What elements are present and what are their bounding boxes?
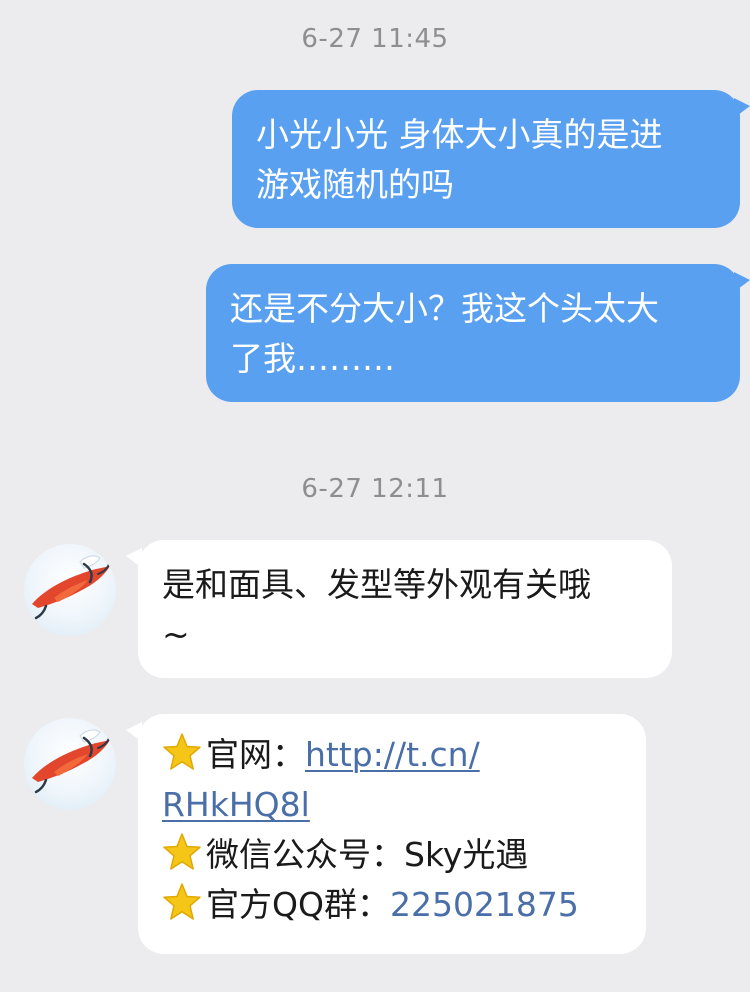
star-emoji-icon <box>162 832 202 872</box>
website-label: 官网： <box>206 735 305 774</box>
message-text: 是和面具、发型等外观有关哦 <box>162 565 591 604</box>
star-emoji-icon <box>162 882 202 922</box>
star-emoji-icon <box>162 732 202 772</box>
qq-group-label: 官方QQ群： <box>206 885 390 924</box>
qq-group-number[interactable]: 225021875 <box>390 885 579 924</box>
website-link[interactable]: RHkHQ8l <box>162 785 310 824</box>
qq-group-row: 官方QQ群：225021875 <box>162 880 622 930</box>
sky-game-avatar-icon[interactable] <box>24 544 116 636</box>
message-text: 游戏随机的吗 <box>256 165 454 204</box>
outgoing-message-bubble[interactable]: 还是不分大小？我这个头太大 了我……… <box>206 264 750 402</box>
website-row: 官网：http://t.cn/ <box>162 730 622 780</box>
website-link[interactable]: http://t.cn/ <box>305 735 480 774</box>
message-text: 了我……… <box>230 339 395 378</box>
message-timestamp: 6-27 11:45 <box>301 24 449 54</box>
wechat-label: 微信公众号： <box>206 835 404 874</box>
incoming-message-bubble[interactable]: 是和面具、发型等外观有关哦 ~ <box>126 540 672 678</box>
wechat-row: 微信公众号：Sky光遇 <box>162 830 622 880</box>
outgoing-message-bubble[interactable]: 小光小光 身体大小真的是进 游戏随机的吗 <box>232 90 750 228</box>
wechat-value: Sky光遇 <box>404 835 529 874</box>
message-text: ~ <box>162 615 190 654</box>
message-text: 还是不分大小？我这个头太大 <box>230 289 659 328</box>
sky-game-avatar-icon[interactable] <box>24 718 116 810</box>
message-timestamp: 6-27 12:11 <box>301 474 449 504</box>
message-text: 小光小光 身体大小真的是进 <box>256 115 663 154</box>
website-row-continued: RHkHQ8l <box>162 780 622 830</box>
incoming-message-bubble[interactable]: 官网：http://t.cn/ RHkHQ8l 微信公众号：Sky光遇 官方QQ… <box>126 714 646 954</box>
